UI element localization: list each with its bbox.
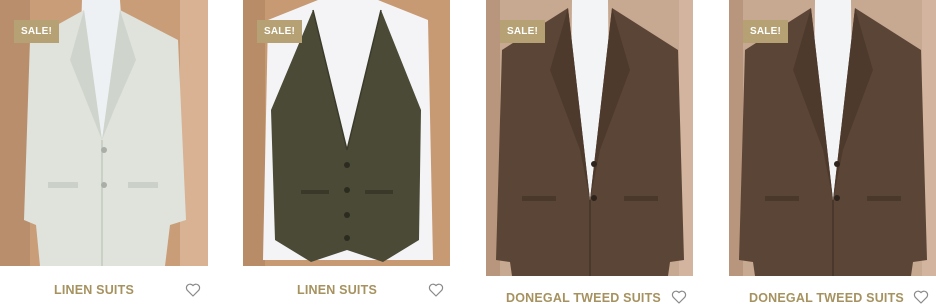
- sale-badge: SALE!: [14, 20, 59, 43]
- heart-outline-icon[interactable]: [185, 282, 201, 298]
- product-image-link[interactable]: SALE!: [243, 0, 450, 266]
- heart-outline-icon[interactable]: [671, 289, 687, 305]
- product-title[interactable]: DONEGAL TWEED SUITS: [749, 291, 904, 305]
- product-title[interactable]: LINEN SUITS: [297, 283, 377, 297]
- sale-badge: SALE!: [257, 20, 302, 43]
- product-image-link[interactable]: SALE!: [486, 0, 693, 276]
- sale-badge: SALE!: [743, 20, 788, 43]
- sale-badge: SALE!: [500, 20, 545, 43]
- product-image-link[interactable]: SALE!: [729, 0, 936, 276]
- product-image-link[interactable]: SALE!: [0, 0, 208, 266]
- heart-outline-icon[interactable]: [428, 282, 444, 298]
- product-title[interactable]: LINEN SUITS: [54, 283, 134, 297]
- product-title[interactable]: DONEGAL TWEED SUITS: [506, 291, 661, 305]
- heart-outline-icon[interactable]: [913, 289, 929, 305]
